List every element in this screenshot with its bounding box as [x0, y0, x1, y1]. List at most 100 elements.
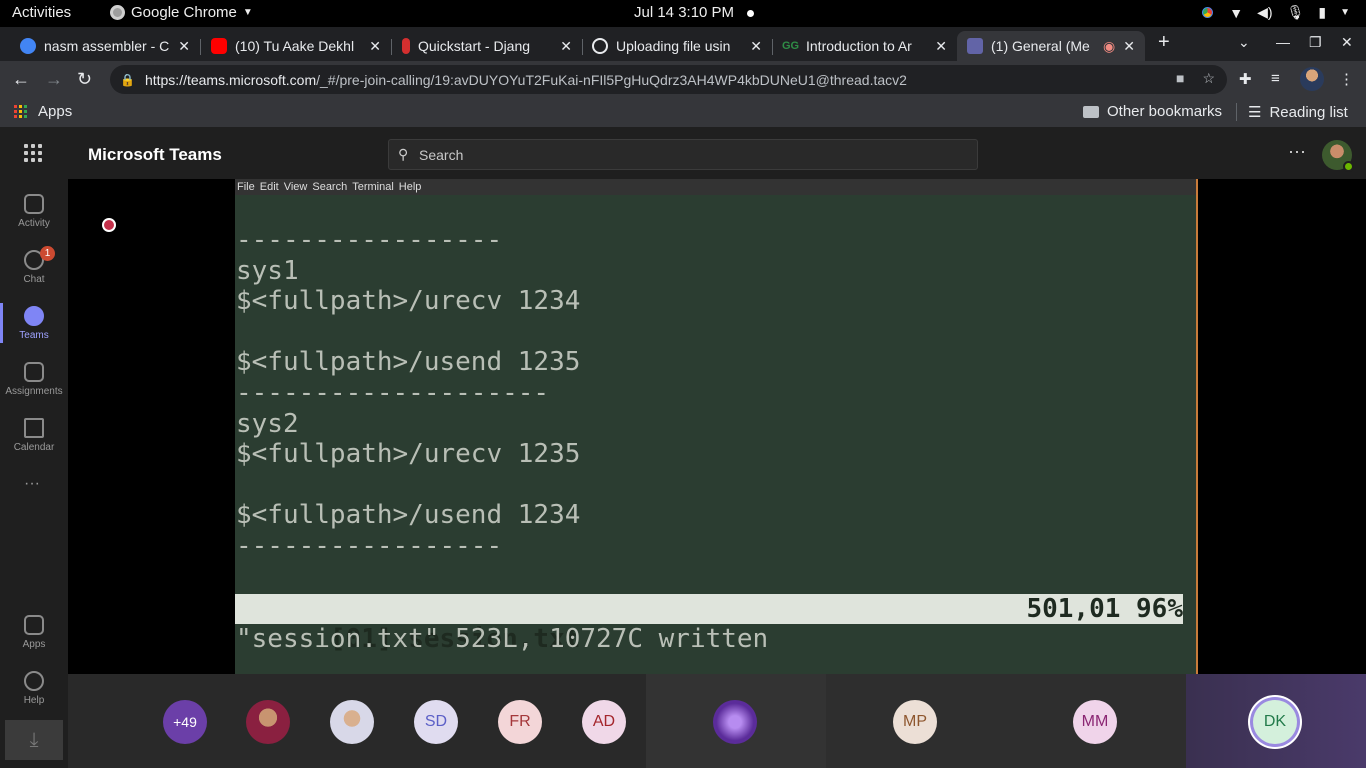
recording-indicator-icon: ◉: [1103, 37, 1116, 54]
menu-view[interactable]: View: [284, 179, 308, 195]
apps-grid-icon: [14, 104, 28, 119]
rail-item-label: Apps: [22, 639, 46, 650]
terminal-line: $<fullpath>/urecv 1235: [236, 439, 581, 470]
camera-icon[interactable]: ■: [1176, 70, 1184, 87]
participant-avatar[interactable]: [713, 700, 757, 744]
system-tray[interactable]: ▼ ◀) 🎙 ▮ ▼: [1200, 4, 1350, 21]
terminal-line: $<fullpath>/usend 1235: [236, 347, 581, 378]
tab-title: Introduction to Ar: [806, 38, 912, 54]
rail-item-calendar[interactable]: Calendar: [0, 409, 68, 463]
chrome-menu-icon[interactable]: ⋮: [1339, 70, 1354, 88]
terminal-line: -----------------: [236, 225, 503, 255]
caret-down-icon[interactable]: ▼: [1340, 7, 1350, 18]
app-menu-label: Google Chrome: [131, 4, 237, 21]
participant-avatar-speaking[interactable]: DK: [1253, 700, 1297, 744]
participant-avatar[interactable]: [330, 700, 374, 744]
reload-button[interactable]: ↻: [77, 69, 92, 90]
participant-avatar[interactable]: [246, 700, 290, 744]
tab[interactable]: GG Introduction to Ar ✕: [772, 31, 957, 61]
profile-avatar[interactable]: [1300, 67, 1324, 91]
app-title: Microsoft Teams: [88, 145, 222, 164]
overflow-participants-button[interactable]: +49: [163, 700, 207, 744]
editor-message-line: "session.txt" 523L, 10727C written: [236, 624, 769, 654]
participant-avatar[interactable]: MM: [1073, 700, 1117, 744]
menu-terminal[interactable]: Terminal: [352, 179, 394, 195]
close-tab-icon[interactable]: ✕: [750, 38, 762, 55]
chrome-tray-icon[interactable]: [1200, 5, 1216, 20]
participant-avatar[interactable]: AD: [582, 700, 626, 744]
chrome-icon: [110, 5, 125, 20]
reading-list[interactable]: ☰ Reading list: [1248, 103, 1348, 122]
geeksforgeeks-favicon-icon: GG: [782, 40, 800, 52]
download-button[interactable]: ⤓: [5, 720, 63, 760]
tab-search-icon[interactable]: ⌄: [1238, 34, 1250, 51]
participant-avatar[interactable]: MP: [893, 700, 937, 744]
close-tab-icon[interactable]: ✕: [178, 38, 190, 55]
clock[interactable]: Jul 14 3:10 PM: [634, 4, 734, 21]
close-tab-icon[interactable]: ✕: [560, 38, 572, 55]
url-path: /_#/pre-join-calling/19:avDUYOYuT2FuKai-…: [316, 71, 907, 88]
apps-icon: [24, 615, 44, 635]
bookmark-star-icon[interactable]: ☆: [1202, 70, 1215, 87]
close-tab-icon[interactable]: ✕: [935, 38, 947, 55]
rail-item-activity[interactable]: Activity: [0, 185, 68, 239]
meeting-stage: File Edit View Search Terminal Help ----…: [68, 179, 1366, 674]
menu-search[interactable]: Search: [312, 179, 347, 195]
rail-item-label: Help: [23, 695, 45, 706]
download-icon: ⤓: [29, 729, 39, 751]
rail-item-label: Activity: [18, 218, 50, 229]
rail-item-help[interactable]: Help: [0, 662, 68, 716]
tab[interactable]: Quickstart - Djang ✕: [392, 31, 582, 61]
rail-item-apps[interactable]: Apps: [0, 606, 68, 660]
participant-avatar[interactable]: SD: [414, 700, 458, 744]
tab-title: Uploading file usin: [616, 38, 731, 54]
tab-title: nasm assembler - C: [44, 38, 170, 54]
app-launcher-icon[interactable]: [24, 144, 42, 162]
help-icon: [24, 671, 44, 691]
search-icon: ⚲: [398, 146, 409, 162]
forward-button[interactable]: →: [45, 69, 63, 90]
calendar-icon: [24, 418, 44, 438]
other-bookmarks[interactable]: Other bookmarks: [1083, 103, 1222, 120]
battery-icon[interactable]: ▮: [1318, 4, 1326, 21]
url-host: https://teams.microsoft.com: [144, 71, 317, 88]
lock-icon[interactable]: 🔒: [120, 73, 135, 87]
bell-icon: [24, 194, 44, 214]
close-tab-icon[interactable]: ✕: [1123, 38, 1135, 55]
tab[interactable]: Uploading file usin ✕: [582, 31, 772, 61]
tab[interactable]: nasm assembler - C ✕: [10, 31, 200, 61]
participant-avatar[interactable]: FR: [498, 700, 542, 744]
rail-item-chat[interactable]: 1 Chat: [0, 241, 68, 295]
user-avatar[interactable]: [1322, 140, 1354, 172]
wifi-icon[interactable]: ▼: [1229, 5, 1243, 21]
restore-button[interactable]: ❐: [1309, 34, 1322, 51]
microphone-icon[interactable]: 🎙: [1287, 4, 1305, 21]
app-menu[interactable]: Google Chrome ▼: [110, 4, 253, 21]
more-apps-icon[interactable]: ···: [24, 475, 40, 493]
tab[interactable]: (10) Tu Aake Dekhl ✕: [201, 31, 391, 61]
menu-help[interactable]: Help: [399, 179, 422, 195]
rail-item-assignments[interactable]: Assignments: [0, 353, 68, 407]
terminal-line: sys1: [236, 255, 299, 286]
menu-file[interactable]: File: [237, 179, 255, 195]
editor-status-line: [01] session.txt 501,01 96%: [235, 594, 1183, 654]
more-options-icon[interactable]: ···: [1288, 141, 1306, 162]
tab-active[interactable]: (1) General (Me ◉ ✕: [957, 31, 1145, 61]
close-window-button[interactable]: ✕: [1341, 34, 1353, 51]
terminal-line: ​: [236, 470, 580, 501]
apps-bookmark[interactable]: Apps: [14, 103, 72, 120]
close-tab-icon[interactable]: ✕: [369, 38, 381, 55]
new-tab-button[interactable]: +: [1158, 31, 1170, 54]
extensions-icon[interactable]: ✚: [1239, 70, 1252, 88]
rail-item-teams[interactable]: Teams: [0, 297, 68, 351]
terminal-menubar: File Edit View Search Terminal Help: [235, 179, 1196, 195]
reading-list-label: Reading list: [1269, 103, 1348, 121]
back-button[interactable]: ←: [12, 69, 30, 90]
activities-button[interactable]: Activities: [12, 4, 71, 21]
volume-icon[interactable]: ◀): [1257, 4, 1272, 21]
address-bar[interactable]: 🔒 https://teams.microsoft.com/_#/pre-joi…: [110, 65, 1227, 94]
minimize-button[interactable]: —: [1276, 34, 1290, 50]
search-input[interactable]: ⚲ Search: [388, 139, 978, 170]
menu-edit[interactable]: Edit: [260, 179, 279, 195]
media-control-icon[interactable]: ≡: [1271, 70, 1280, 87]
